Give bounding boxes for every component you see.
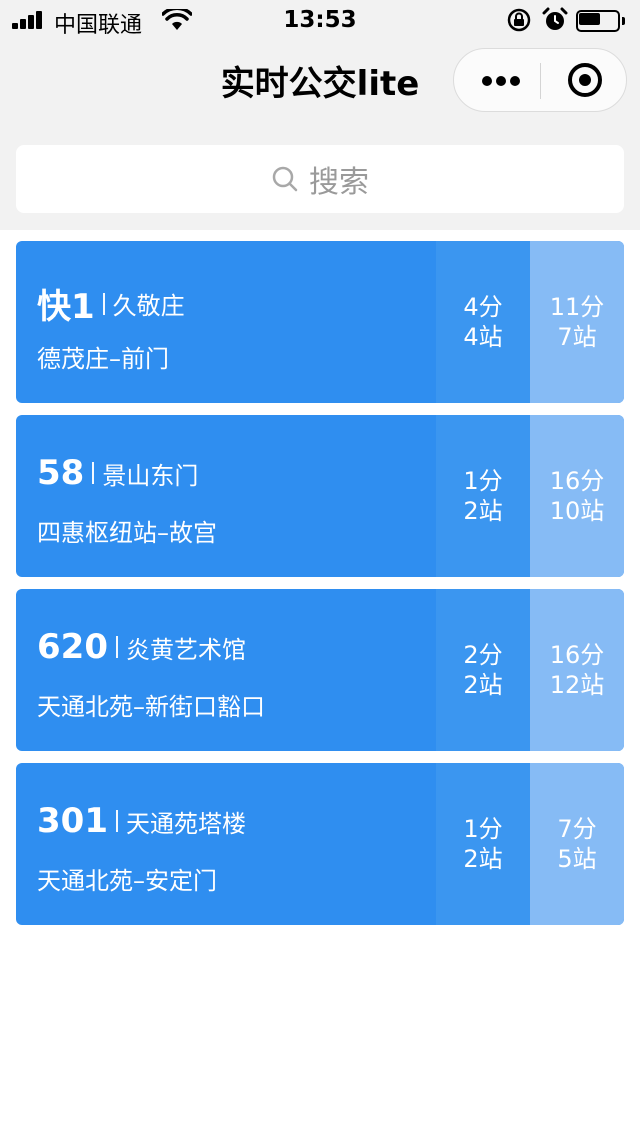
search-icon	[272, 166, 298, 192]
route-info: 快1 久敬庄 德茂庄–前门	[16, 241, 436, 403]
eta-stops: 2站	[463, 671, 503, 699]
route-card[interactable]: 58 景山东门 四惠枢纽站–故宫 1分 2站 16分 10站	[16, 415, 624, 577]
route-separator	[115, 636, 118, 658]
eta-stops: 2站	[463, 845, 503, 873]
eta-stops: 10站	[549, 497, 605, 525]
route-number: 620	[37, 627, 108, 667]
eta-time: 1分	[463, 467, 503, 495]
eta-stops: 5站	[557, 845, 597, 873]
stop-name: 久敬庄	[112, 292, 185, 320]
following-bus-eta: 16分 12站	[530, 589, 624, 751]
stop-name: 景山东门	[102, 461, 199, 490]
route-direction: 四惠枢纽站–故宫	[37, 519, 217, 547]
route-separator	[115, 810, 118, 832]
eta-time: 16分	[549, 467, 605, 495]
route-number: 快1	[37, 287, 95, 327]
route-separator	[102, 292, 105, 315]
eta-stops: 4站	[463, 323, 503, 351]
route-separator	[92, 462, 95, 484]
eta-time: 4分	[463, 293, 503, 321]
route-number: 301	[37, 801, 108, 841]
next-bus-eta: 2分 2站	[436, 589, 530, 751]
search-placeholder: 搜索	[309, 165, 369, 200]
eta-stops: 7站	[557, 323, 597, 351]
header-area: 中国联通 13:53 实时公交lite 搜索	[0, 0, 640, 230]
route-card[interactable]: 快1 久敬庄 德茂庄–前门 4分 4站 11分 7站	[16, 241, 624, 403]
route-direction: 天通北苑–新街口豁口	[37, 693, 265, 721]
route-direction: 天通北苑–安定门	[37, 867, 217, 895]
status-bar: 中国联通 13:53	[0, 0, 640, 40]
route-card[interactable]: 620 炎黄艺术馆 天通北苑–新街口豁口 2分 2站 16分 12站	[16, 589, 624, 751]
close-button[interactable]	[550, 49, 620, 111]
next-bus-eta: 4分 4站	[436, 241, 530, 403]
search-input[interactable]: 搜索	[16, 145, 624, 213]
eta-time: 16分	[549, 641, 605, 669]
stop-name: 炎黄艺术馆	[125, 635, 246, 664]
next-bus-eta: 1分 2站	[436, 415, 530, 577]
route-direction: 德茂庄–前门	[37, 345, 169, 373]
mini-program-capsule	[453, 48, 627, 112]
eta-time: 1分	[463, 815, 503, 843]
following-bus-eta: 7分 5站	[530, 763, 624, 925]
alarm-icon	[542, 7, 568, 30]
route-info: 620 炎黄艺术馆 天通北苑–新街口豁口	[16, 589, 436, 751]
route-info: 301 天通苑塔楼 天通北苑–安定门	[16, 763, 436, 925]
route-card[interactable]: 301 天通苑塔楼 天通北苑–安定门 1分 2站 7分 5站	[16, 763, 624, 925]
following-bus-eta: 16分 10站	[530, 415, 624, 577]
route-info: 58 景山东门 四惠枢纽站–故宫	[16, 415, 436, 577]
eta-time: 11分	[549, 293, 605, 321]
more-button[interactable]	[464, 49, 538, 111]
eta-stops: 12站	[549, 671, 605, 699]
route-list: 快1 久敬庄 德茂庄–前门 4分 4站 11分 7站 58 景山东门 四惠枢纽站…	[16, 241, 624, 937]
following-bus-eta: 11分 7站	[530, 241, 624, 403]
eta-time: 2分	[463, 641, 503, 669]
capsule-divider	[540, 63, 541, 99]
next-bus-eta: 1分 2站	[436, 763, 530, 925]
eta-time: 7分	[557, 815, 597, 843]
route-number: 58	[37, 453, 85, 493]
stop-name: 天通苑塔楼	[125, 809, 246, 838]
rotation-lock-icon	[507, 8, 531, 32]
battery-icon	[576, 10, 626, 32]
eta-stops: 2站	[463, 497, 503, 525]
